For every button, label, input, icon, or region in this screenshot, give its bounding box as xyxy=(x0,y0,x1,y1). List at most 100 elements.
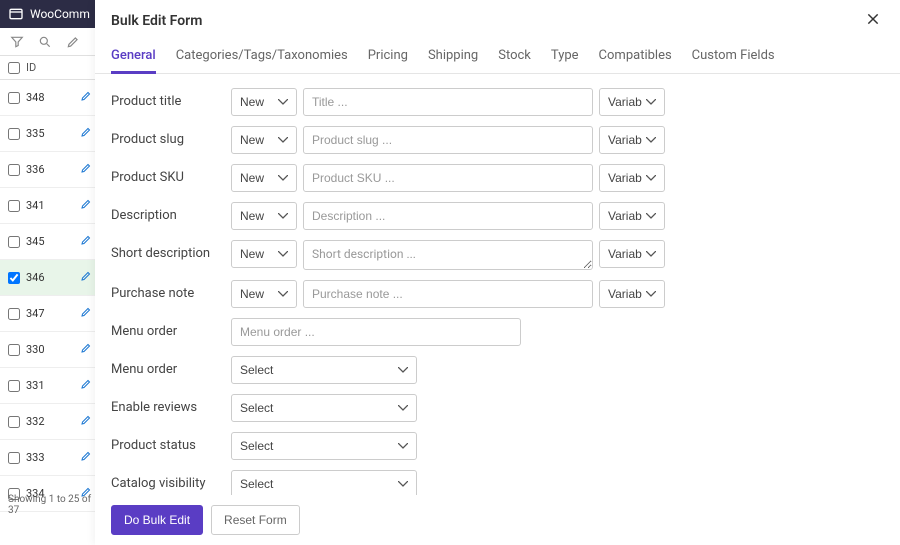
bg-toolbar xyxy=(0,28,100,56)
input-description[interactable] xyxy=(303,202,593,230)
search-icon[interactable] xyxy=(38,35,52,49)
row-enable-reviews: Enable reviews Select xyxy=(111,394,884,422)
row-checkbox[interactable] xyxy=(8,128,20,140)
row-product-status: Product status Select xyxy=(111,432,884,460)
row-checkbox[interactable] xyxy=(8,380,20,392)
input-product-sku[interactable] xyxy=(303,164,593,192)
tab-stock[interactable]: Stock xyxy=(498,40,531,73)
pencil-icon[interactable] xyxy=(80,450,92,465)
mode-purchase-note[interactable]: New xyxy=(231,280,297,308)
variable-product-title[interactable]: Variable xyxy=(599,88,665,116)
table-footer-status: Showing 1 to 25 of 37 xyxy=(0,490,100,520)
row-id: 348 xyxy=(26,91,45,104)
select-all-checkbox[interactable] xyxy=(8,62,20,74)
pencil-icon[interactable] xyxy=(80,414,92,429)
table-row[interactable]: 331 xyxy=(0,368,100,404)
app-header: WooComm xyxy=(0,0,100,28)
mode-short-description[interactable]: New xyxy=(231,240,297,268)
select-menu-order[interactable]: Select xyxy=(231,356,417,384)
table-row[interactable]: 332 xyxy=(0,404,100,440)
row-id: 347 xyxy=(26,307,45,320)
pencil-icon[interactable] xyxy=(80,90,92,105)
variable-purchase-note[interactable]: Variable xyxy=(599,280,665,308)
table-row[interactable]: 346 xyxy=(0,260,100,296)
tab-shipping[interactable]: Shipping xyxy=(428,40,478,73)
tab-compatibles[interactable]: Compatibles xyxy=(599,40,672,73)
select-enable-reviews[interactable]: Select xyxy=(231,394,417,422)
table-row[interactable]: 347 xyxy=(0,296,100,332)
tab-pricing[interactable]: Pricing xyxy=(368,40,408,73)
row-id: 336 xyxy=(26,163,45,176)
row-id: 331 xyxy=(26,379,45,392)
table-row[interactable]: 341 xyxy=(0,188,100,224)
row-checkbox[interactable] xyxy=(8,344,20,356)
filter-icon[interactable] xyxy=(10,35,24,49)
row-id: 345 xyxy=(26,235,45,248)
reset-form-button[interactable]: Reset Form xyxy=(211,505,300,535)
pencil-icon[interactable] xyxy=(80,378,92,393)
pencil-icon[interactable] xyxy=(80,198,92,213)
mode-product-sku[interactable]: New xyxy=(231,164,297,192)
pencil-icon[interactable] xyxy=(80,342,92,357)
row-checkbox[interactable] xyxy=(8,92,20,104)
pencil-icon[interactable] xyxy=(80,306,92,321)
row-id: 341 xyxy=(26,199,45,212)
row-description: Description New Variable xyxy=(111,202,884,230)
mode-product-title[interactable]: New xyxy=(231,88,297,116)
table-row[interactable]: 335 xyxy=(0,116,100,152)
table-row[interactable]: 345 xyxy=(0,224,100,260)
label-product-status: Product status xyxy=(111,432,231,453)
tab-type[interactable]: Type xyxy=(551,40,579,73)
label-purchase-note: Purchase note xyxy=(111,280,231,301)
textarea-short-description[interactable] xyxy=(303,240,593,270)
row-checkbox[interactable] xyxy=(8,416,20,428)
variable-description[interactable]: Variable xyxy=(599,202,665,230)
close-icon xyxy=(866,12,880,26)
row-short-description: Short description New Variable xyxy=(111,240,884,270)
row-id: 335 xyxy=(26,127,45,140)
variable-product-sku[interactable]: Variable xyxy=(599,164,665,192)
mode-description[interactable]: New xyxy=(231,202,297,230)
input-menu-order[interactable] xyxy=(231,318,521,346)
input-product-slug[interactable] xyxy=(303,126,593,154)
label-product-title: Product title xyxy=(111,88,231,109)
col-id-label: ID xyxy=(26,61,36,74)
table-row[interactable]: 333 xyxy=(0,440,100,476)
variable-product-slug[interactable]: Variable xyxy=(599,126,665,154)
row-product-title: Product title New Variable xyxy=(111,88,884,116)
pencil-icon[interactable] xyxy=(80,126,92,141)
tab-general[interactable]: General xyxy=(111,40,156,73)
label-product-sku: Product SKU xyxy=(111,164,231,185)
close-button[interactable] xyxy=(862,10,884,32)
row-checkbox[interactable] xyxy=(8,452,20,464)
bulk-edit-modal: Bulk Edit Form General Categories/Tags/T… xyxy=(95,0,900,545)
label-product-slug: Product slug xyxy=(111,126,231,147)
variable-short-description[interactable]: Variable xyxy=(599,240,665,268)
row-checkbox[interactable] xyxy=(8,236,20,248)
table-row[interactable]: 336 xyxy=(0,152,100,188)
input-product-title[interactable] xyxy=(303,88,593,116)
mode-product-slug[interactable]: New xyxy=(231,126,297,154)
row-id: 333 xyxy=(26,451,45,464)
edit-icon[interactable] xyxy=(66,35,80,49)
pencil-icon[interactable] xyxy=(80,162,92,177)
do-bulk-edit-button[interactable]: Do Bulk Edit xyxy=(111,505,203,535)
tab-categories[interactable]: Categories/Tags/Taxonomies xyxy=(176,40,348,73)
pencil-icon[interactable] xyxy=(80,234,92,249)
pencil-icon[interactable] xyxy=(80,270,92,285)
row-checkbox[interactable] xyxy=(8,308,20,320)
tab-custom-fields[interactable]: Custom Fields xyxy=(692,40,775,73)
select-product-status[interactable]: Select xyxy=(231,432,417,460)
row-checkbox[interactable] xyxy=(8,200,20,212)
label-menu-order-sel: Menu order xyxy=(111,356,231,377)
row-checkbox[interactable] xyxy=(8,164,20,176)
label-enable-reviews: Enable reviews xyxy=(111,394,231,415)
table-row[interactable]: 348 xyxy=(0,80,100,116)
row-menu-order-sel: Menu order Select xyxy=(111,356,884,384)
row-id: 332 xyxy=(26,415,45,428)
select-catalog-visibility[interactable]: Select xyxy=(231,470,417,495)
input-purchase-note[interactable] xyxy=(303,280,593,308)
row-checkbox[interactable] xyxy=(8,272,20,284)
table-row[interactable]: 330 xyxy=(0,332,100,368)
label-menu-order-num: Menu order xyxy=(111,318,231,339)
